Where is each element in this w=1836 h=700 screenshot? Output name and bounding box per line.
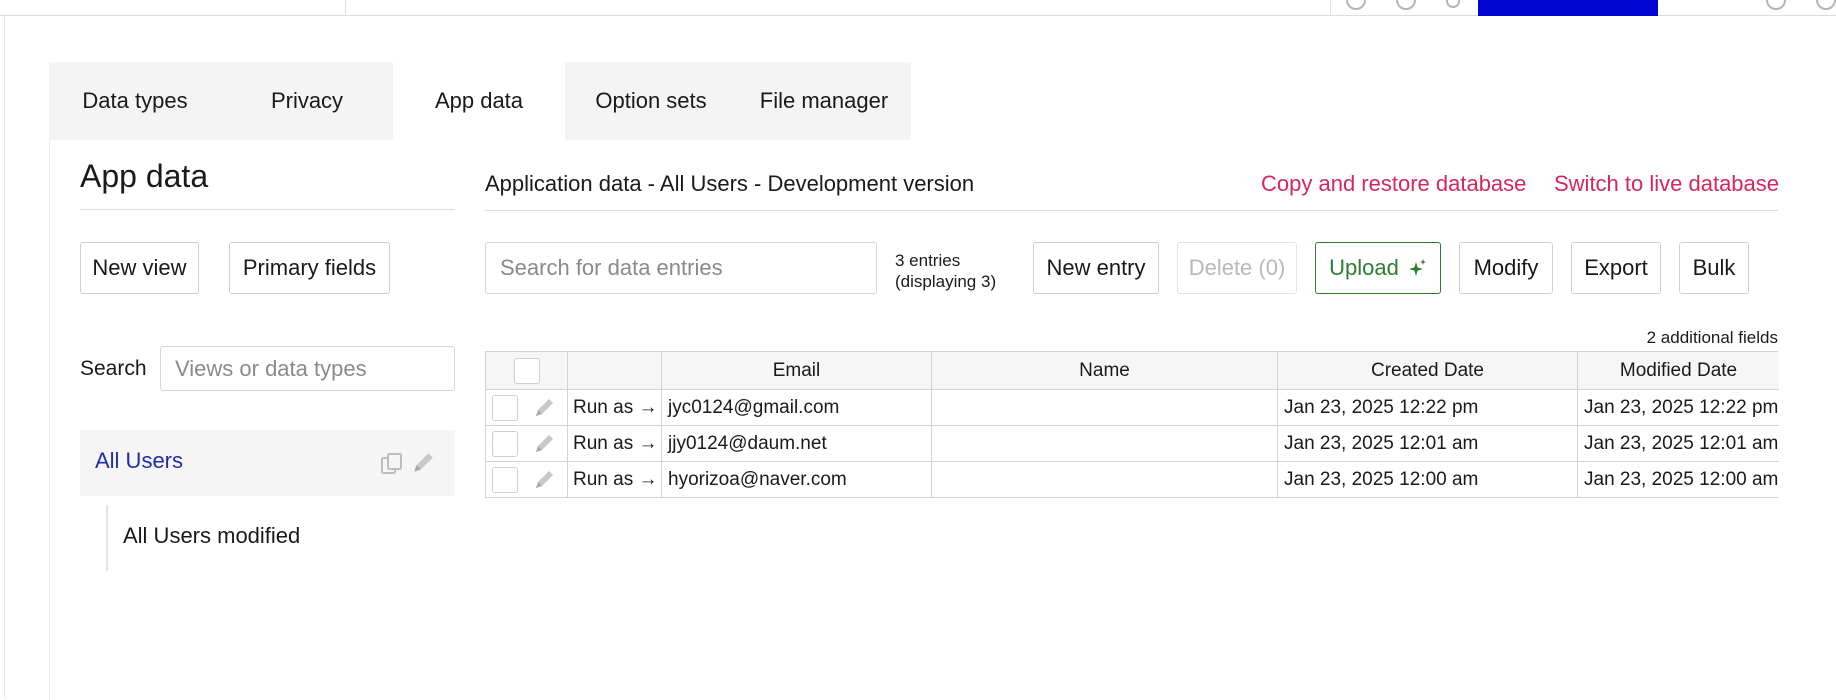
cell-email[interactable]: hyorizoa@naver.com (662, 462, 932, 498)
run-as-button[interactable]: Run as → (568, 462, 662, 498)
table-row (486, 390, 568, 426)
cell-email[interactable]: jjy0124@daum.net (662, 426, 932, 462)
row-checkbox[interactable] (492, 394, 518, 421)
cell-name[interactable] (932, 426, 1278, 462)
cell-created-date[interactable]: Jan 23, 2025 12:01 am (1278, 426, 1578, 462)
page-title: App data (80, 158, 209, 194)
settings-icon[interactable] (1816, 0, 1836, 10)
divider (80, 209, 455, 210)
column-header-email[interactable]: Email (662, 352, 932, 390)
tab-file-manager[interactable]: File manager (737, 62, 911, 140)
view-item-label: All Users (95, 448, 184, 473)
cell-modified-date[interactable]: Jan 23, 2025 12:00 am (1578, 462, 1779, 498)
table-row (486, 426, 568, 462)
cell-name[interactable] (932, 390, 1278, 426)
primary-fields-button[interactable]: Primary fields (229, 242, 390, 294)
top-bar (0, 0, 1836, 16)
tab-data-types[interactable]: Data types (49, 62, 221, 140)
upload-button[interactable]: Upload (1315, 242, 1441, 294)
preview-button[interactable] (1478, 0, 1658, 16)
search-icon[interactable] (1446, 0, 1460, 8)
cell-created-date[interactable]: Jan 23, 2025 12:00 am (1278, 462, 1578, 498)
switch-live-database-link[interactable]: Switch to live database (1554, 171, 1779, 197)
undo-icon[interactable] (1346, 0, 1366, 10)
column-header-modified-date[interactable]: Modified Date (1578, 352, 1779, 390)
pencil-icon[interactable] (532, 432, 556, 456)
pencil-icon[interactable] (410, 450, 436, 476)
tab-option-sets[interactable]: Option sets (565, 62, 737, 140)
divider (485, 210, 1778, 211)
sparkle-icon (1408, 259, 1426, 276)
pencil-icon[interactable] (532, 396, 556, 420)
upload-label: Upload (1329, 255, 1399, 280)
data-table: Email Name Created Date Modified Date Ru… (485, 351, 1779, 498)
entries-total: 3 entries (895, 251, 961, 270)
pencil-icon[interactable] (532, 468, 556, 492)
copy-restore-database-link[interactable]: Copy and restore database (1261, 171, 1526, 197)
entries-displaying: (displaying 3) (895, 272, 997, 291)
sidebar-edge (4, 16, 5, 699)
new-view-button[interactable]: New view (80, 242, 199, 294)
modify-button[interactable]: Modify (1459, 242, 1553, 294)
data-heading: Application data - All Users - Developme… (485, 171, 975, 196)
delete-button[interactable]: Delete (0) (1177, 242, 1297, 294)
column-header-created-date[interactable]: Created Date (1278, 352, 1578, 390)
table-row (486, 462, 568, 498)
views-search-input[interactable]: Views or data types (160, 346, 455, 391)
row-checkbox[interactable] (492, 467, 518, 493)
cell-modified-date[interactable]: Jan 23, 2025 12:01 am (1578, 426, 1779, 462)
cell-name[interactable] (932, 462, 1278, 498)
entries-search-input[interactable]: Search for data entries (485, 242, 877, 294)
search-label: Search (80, 357, 147, 380)
new-entry-button[interactable]: New entry (1033, 242, 1159, 294)
cell-created-date[interactable]: Jan 23, 2025 12:22 pm (1278, 390, 1578, 426)
run-as-button[interactable]: Run as → (568, 390, 662, 426)
view-item-all-users-modified[interactable]: All Users modified (123, 523, 300, 549)
entries-count: 3 entries (displaying 3) (895, 250, 996, 292)
header-run-as-cell (568, 352, 662, 390)
toolbar-divider (345, 0, 346, 16)
header-select-cell (486, 352, 568, 390)
copy-icon[interactable] (380, 452, 404, 476)
view-tree-line (106, 505, 108, 571)
additional-fields-link[interactable]: 2 additional fields (1600, 328, 1778, 348)
help-icon[interactable] (1766, 0, 1786, 10)
select-all-checkbox[interactable] (513, 357, 540, 384)
row-checkbox[interactable] (492, 430, 518, 457)
tab-app-data[interactable]: App data (393, 62, 565, 140)
redo-icon[interactable] (1396, 0, 1416, 10)
export-button[interactable]: Export (1571, 242, 1661, 294)
tab-bar: Data types Privacy App data Option sets … (49, 62, 911, 140)
view-item-all-users[interactable]: All Users (80, 430, 455, 496)
toolbar-divider (1330, 0, 1331, 16)
cell-modified-date[interactable]: Jan 23, 2025 12:22 pm (1578, 390, 1779, 426)
cell-email[interactable]: jyc0124@gmail.com (662, 390, 932, 426)
bulk-button[interactable]: Bulk (1679, 242, 1749, 294)
column-header-name[interactable]: Name (932, 352, 1278, 390)
tab-privacy[interactable]: Privacy (221, 62, 393, 140)
run-as-button[interactable]: Run as → (568, 426, 662, 462)
